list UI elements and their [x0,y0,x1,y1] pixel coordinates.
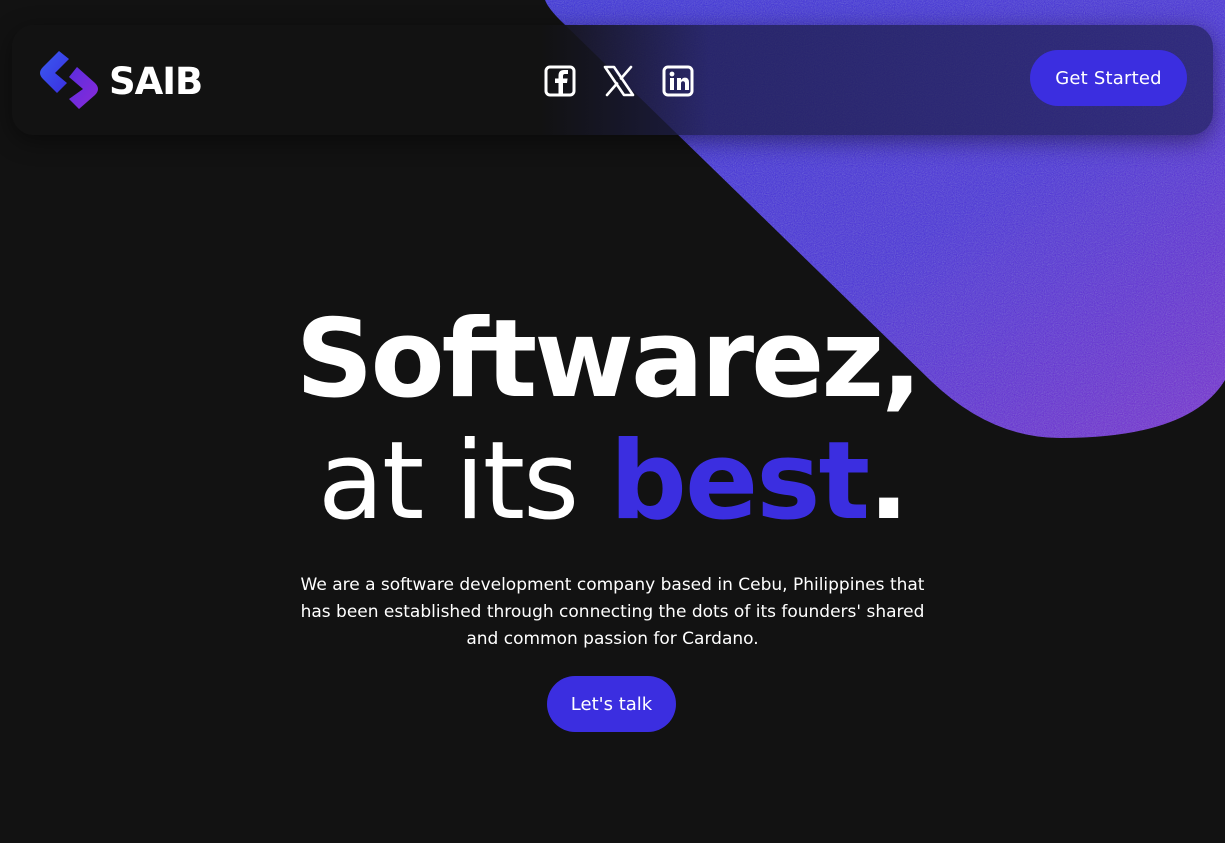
saib-logo-icon [40,51,98,109]
hero-description: We are a software development company ba… [300,575,925,649]
hero-heading-plain: at its [317,419,610,544]
get-started-button[interactable]: Get Started [1030,50,1187,106]
site-header: SAIB Get Started [12,25,1213,135]
hero-heading-period: . [868,419,909,544]
hero-heading-line1: Softwarez, [295,297,923,422]
facebook-icon[interactable] [544,65,576,97]
x-twitter-icon[interactable] [603,65,635,97]
lets-talk-button[interactable]: Let's talk [547,676,676,732]
logo[interactable]: SAIB [37,49,203,111]
logo-text: SAIB [109,59,203,103]
linkedin-icon[interactable] [662,65,694,97]
hero-heading-accent: best [609,419,870,544]
page: SAIB Get Started Softwarez, at its best.… [0,0,1225,843]
social-links [544,65,694,97]
hero-heading-line2: at its best. [0,422,1225,542]
